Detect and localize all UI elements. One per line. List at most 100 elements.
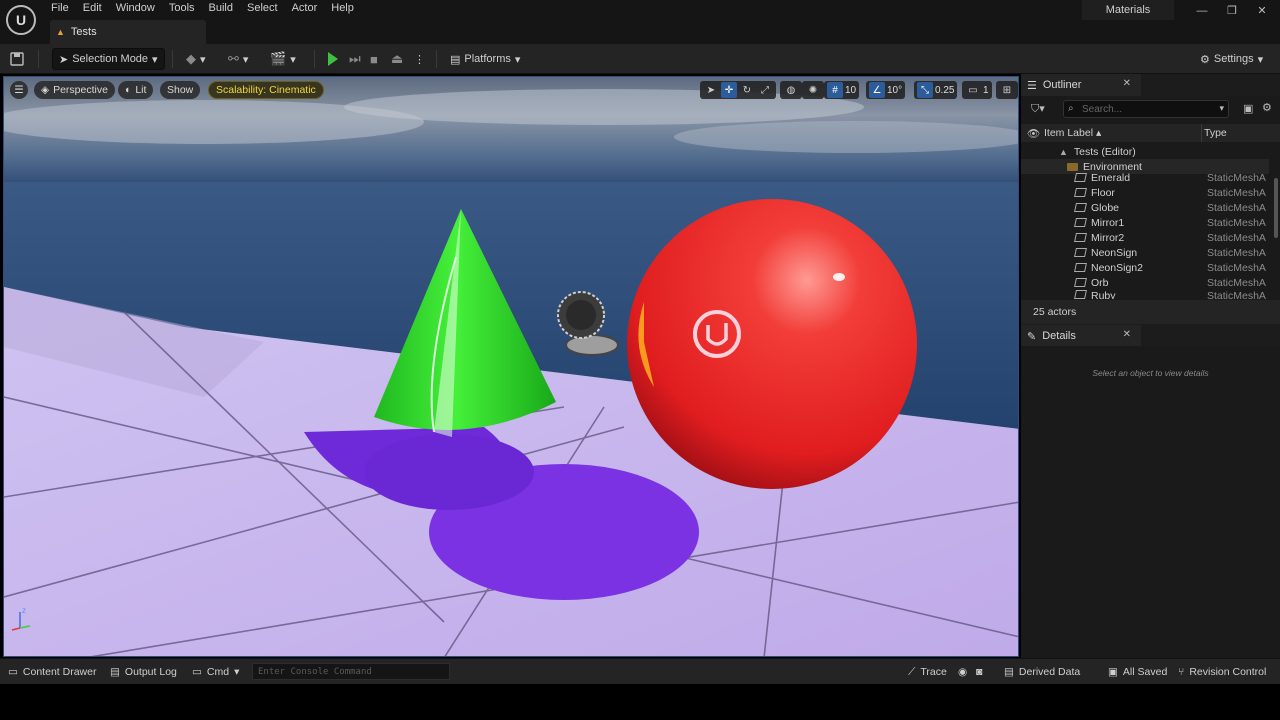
menu-build[interactable]: Build — [202, 0, 240, 18]
play-button[interactable] — [328, 48, 338, 70]
hamburger-icon: ☰ — [14, 84, 24, 96]
menu-select[interactable]: Select — [240, 0, 285, 18]
tree-row-label: NeonSign — [1091, 246, 1138, 259]
tree-row[interactable]: Mirror2 StaticMeshA — [1021, 230, 1269, 245]
add-folder-icon[interactable]: ▣ — [1243, 102, 1253, 115]
type-column[interactable]: Type — [1204, 127, 1227, 139]
tree-row[interactable]: Emerald StaticMeshA — [1021, 170, 1269, 185]
visibility-eye-icon[interactable]: 👁 — [1027, 127, 1040, 140]
content-drawer-button[interactable]: ▭ Content Drawer — [8, 664, 96, 680]
screenshot-button[interactable]: ◙ — [976, 664, 982, 680]
select-tool-icon[interactable]: ➤ — [703, 82, 719, 98]
platforms-label: Platforms — [464, 53, 511, 65]
menu-file[interactable]: File — [44, 0, 76, 18]
globe-icon: ◍ — [786, 84, 796, 96]
restore-icon[interactable]: ❐ — [1222, 3, 1242, 19]
scale-tool-icon[interactable]: ⤢ — [757, 82, 773, 98]
outliner-search-input[interactable]: ⌕ Search... ▾ — [1063, 100, 1229, 118]
play-options-button[interactable]: ⋮ — [414, 48, 425, 70]
static-mesh-icon — [1074, 290, 1087, 299]
selection-mode-dropdown[interactable]: ➤ Selection Mode ▾ — [52, 48, 165, 70]
tree-row[interactable]: NeonSign2 StaticMeshA — [1021, 260, 1269, 275]
unreal-logo-icon[interactable]: U — [6, 5, 36, 35]
menu-actor[interactable]: Actor — [285, 0, 325, 18]
details-tab[interactable]: ✎ Details ✕ — [1021, 325, 1141, 347]
platforms-dropdown[interactable]: ▤ Platforms ▾ — [450, 48, 520, 70]
tree-row-type: StaticMeshA — [1207, 261, 1266, 274]
eject-button[interactable]: ⏏ — [391, 48, 403, 70]
advance-frame-button[interactable]: ⏭ — [349, 48, 361, 70]
menu-window[interactable]: Window — [109, 0, 162, 18]
output-log-button[interactable]: ▤ Output Log — [110, 664, 177, 680]
filter-icon[interactable]: ⛉▾ — [1031, 102, 1045, 116]
item-label-column[interactable]: Item Label ▴ — [1044, 127, 1101, 139]
lit-label: Lit — [135, 84, 147, 96]
cinematics-button[interactable]: 🎬 ▾ — [270, 48, 296, 70]
trace-button[interactable]: ⟋ Trace — [908, 664, 947, 680]
record-button[interactable]: ◉ — [958, 664, 967, 680]
outliner-icon: ☰ — [1027, 79, 1037, 92]
coordinate-space-button[interactable]: ◍ — [780, 81, 802, 99]
level-icon: ▲ — [56, 27, 65, 37]
tree-row[interactable]: Globe StaticMeshA — [1021, 200, 1269, 215]
tree-row[interactable]: NeonSign StaticMeshA — [1021, 245, 1269, 260]
tree-row[interactable]: Orb StaticMeshA — [1021, 275, 1269, 290]
translate-tool-icon[interactable]: ✛ — [721, 82, 737, 98]
static-mesh-icon — [1074, 173, 1087, 182]
save-icon[interactable] — [10, 48, 24, 70]
menu-help[interactable]: Help — [324, 0, 361, 18]
gear-icon[interactable]: ⚙ — [1262, 101, 1272, 114]
close-icon[interactable]: ✕ — [1123, 329, 1131, 340]
lit-button[interactable]: ◐ Lit — [118, 81, 154, 99]
settings-dropdown[interactable]: ⚙ Settings ▾ — [1200, 48, 1263, 70]
add-actor-button[interactable]: ◆ ▾ — [186, 48, 206, 70]
tree-row-type: StaticMeshA — [1207, 246, 1266, 259]
static-mesh-icon — [1074, 248, 1087, 257]
viewport-options-button[interactable]: ☰ — [10, 81, 28, 99]
minimize-icon[interactable]: — — [1192, 3, 1212, 19]
all-saved-button[interactable]: ▣ All Saved — [1108, 664, 1167, 680]
menu-tools[interactable]: Tools — [162, 0, 202, 18]
surface-snap-button[interactable]: ✺ — [802, 81, 824, 99]
cmd-dropdown[interactable]: ▭ Cmd ▾ — [192, 664, 239, 680]
menu-edit[interactable]: Edit — [76, 0, 109, 18]
record-icon: ◉ — [958, 666, 968, 678]
chevron-down-icon: ▾ — [234, 666, 240, 678]
chevron-down-icon: ▾ — [1219, 103, 1224, 113]
tree-row[interactable]: Floor StaticMeshA — [1021, 185, 1269, 200]
outliner-column-header: 👁 Item Label ▴ Type — [1021, 124, 1280, 142]
tree-row[interactable]: Ruby StaticMeshA — [1021, 290, 1269, 299]
viewport-layout-button[interactable]: ⊞ — [996, 81, 1018, 99]
chevron-down-icon: ▾ — [152, 53, 158, 66]
console-command-input[interactable]: Enter Console Command — [252, 663, 450, 680]
stop-button[interactable]: ■ — [370, 48, 378, 70]
tree-row-world[interactable]: ▲ Tests (Editor) — [1021, 144, 1269, 159]
scale-snap-button[interactable]: ⤡ 0.25 — [914, 81, 958, 99]
close-icon[interactable]: ✕ — [1252, 3, 1272, 19]
camera-speed-value: 1 — [983, 84, 989, 96]
perspective-button[interactable]: ◈ Perspective — [34, 81, 115, 99]
layout-grid-icon: ⊞ — [1002, 84, 1012, 96]
rotate-tool-icon[interactable]: ↻ — [739, 82, 755, 98]
scalability-warning[interactable]: Scalability: Cinematic — [208, 81, 324, 99]
outliner-tab[interactable]: ☰ Outliner ✕ — [1021, 74, 1141, 96]
outliner-panel: ⛉▾ ⌕ Search... ▾ ▣ ⚙ 👁 Item Label ▴ Type… — [1021, 96, 1280, 324]
rotation-snap-button[interactable]: ∠ 10° — [866, 81, 906, 99]
content-drawer-icon: ▭ — [8, 666, 18, 678]
blueprint-icon: ⚯ — [228, 51, 239, 66]
tree-row-type: StaticMeshA — [1207, 216, 1266, 229]
level-tab[interactable]: ▲ Tests — [50, 20, 206, 44]
chevron-down-icon: ▾ — [290, 53, 296, 66]
scene-render — [4, 77, 1018, 656]
blueprint-button[interactable]: ⚯ ▾ — [228, 48, 248, 70]
derived-data-button[interactable]: ▤ Derived Data — [1004, 664, 1080, 680]
outliner-scrollbar[interactable] — [1274, 178, 1278, 238]
grid-snap-button[interactable]: #10 — [824, 81, 860, 99]
camera-speed-button[interactable]: ▭ 1 — [962, 81, 992, 99]
tree-row[interactable]: Mirror1 StaticMeshA — [1021, 215, 1269, 230]
output-log-label: Output Log — [124, 666, 177, 678]
revision-control-button[interactable]: ⑂ Revision Control — [1178, 664, 1266, 680]
close-icon[interactable]: ✕ — [1123, 78, 1131, 89]
show-button[interactable]: Show — [160, 81, 201, 99]
level-viewport[interactable]: ☰ ◈ Perspective ◐ Lit Show Scalability: Ci… — [3, 76, 1019, 657]
